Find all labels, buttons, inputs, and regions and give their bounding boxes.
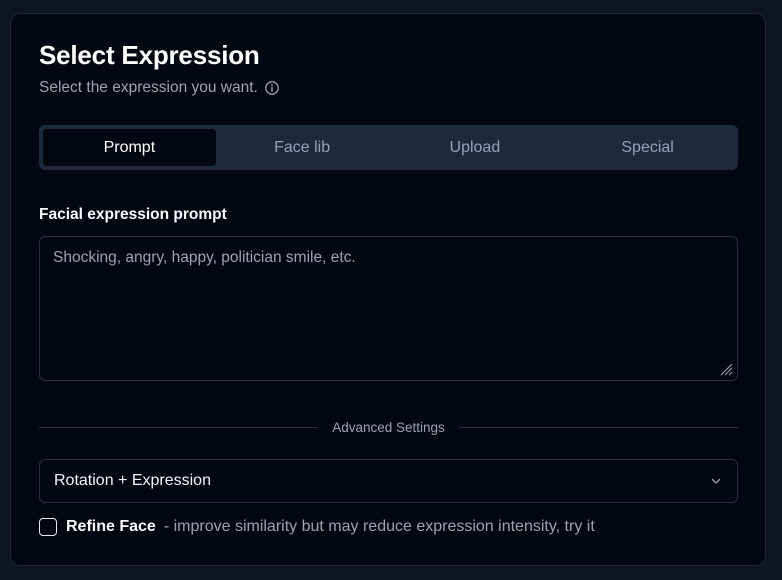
expression-tabs: Prompt Face lib Upload Special — [39, 125, 738, 170]
expression-card: Select Expression Select the expression … — [10, 13, 766, 566]
subtitle-row: Select the expression you want. — [39, 79, 280, 97]
refine-face-hint: - improve similarity but may reduce expr… — [163, 518, 595, 535]
resize-handle-icon[interactable] — [718, 361, 734, 377]
subtitle-text: Select the expression you want. — [39, 79, 258, 96]
prompt-label: Facial expression prompt — [39, 206, 227, 223]
refine-face-checkbox[interactable] — [39, 518, 57, 536]
tab-upload[interactable]: Upload — [389, 129, 562, 166]
tab-face-lib[interactable]: Face lib — [216, 129, 389, 166]
advanced-settings-label: Advanced Settings — [332, 419, 445, 435]
refine-face-label[interactable]: Refine Face — [66, 518, 156, 536]
tab-special[interactable]: Special — [561, 129, 734, 166]
mode-select-value: Rotation + Expression — [54, 472, 211, 489]
divider-line-left — [39, 426, 319, 428]
expression-prompt-input[interactable] — [39, 236, 738, 381]
mode-select[interactable]: Rotation + Expression — [39, 459, 738, 503]
refine-face-row: Refine Face - improve similarity but may… — [39, 518, 595, 536]
tab-prompt[interactable]: Prompt — [43, 129, 216, 166]
advanced-settings-divider: Advanced Settings — [39, 417, 739, 437]
divider-line-right — [458, 426, 739, 428]
chevron-down-icon — [709, 474, 723, 488]
info-circle-icon[interactable] — [264, 80, 280, 96]
page-title: Select Expression — [39, 40, 260, 70]
